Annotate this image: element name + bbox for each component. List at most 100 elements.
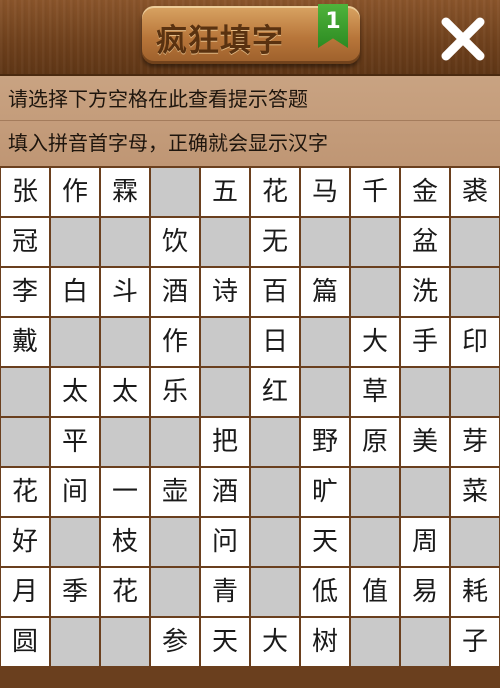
letter-cell[interactable]: 圆 [1,618,49,666]
letter-cell[interactable]: 月 [1,568,49,616]
letter-cell[interactable]: 霖 [101,168,149,216]
letter-cell[interactable]: 野 [301,418,349,466]
letter-cell[interactable]: 芽 [451,418,499,466]
blank-cell[interactable] [101,618,149,666]
letter-cell[interactable]: 日 [251,318,299,366]
letter-cell[interactable]: 美 [401,418,449,466]
letter-cell[interactable]: 斗 [101,268,149,316]
blank-cell[interactable] [101,318,149,366]
letter-cell[interactable]: 草 [351,368,399,416]
letter-cell[interactable]: 旷 [301,468,349,516]
letter-cell[interactable]: 篇 [301,268,349,316]
letter-cell[interactable]: 一 [101,468,149,516]
letter-cell[interactable]: 太 [101,368,149,416]
blank-cell[interactable] [301,368,349,416]
blank-cell[interactable] [251,468,299,516]
blank-cell[interactable] [351,468,399,516]
letter-cell[interactable]: 千 [351,168,399,216]
letter-cell[interactable]: 马 [301,168,349,216]
blank-cell[interactable] [251,418,299,466]
letter-cell[interactable]: 好 [1,518,49,566]
blank-cell[interactable] [201,318,249,366]
letter-cell[interactable]: 壶 [151,468,199,516]
letter-cell[interactable]: 间 [51,468,99,516]
letter-cell[interactable]: 百 [251,268,299,316]
blank-cell[interactable] [401,468,449,516]
letter-cell[interactable]: 参 [151,618,199,666]
letter-cell[interactable]: 大 [251,618,299,666]
blank-cell[interactable] [51,218,99,266]
letter-cell[interactable]: 花 [1,468,49,516]
letter-cell[interactable]: 印 [451,318,499,366]
letter-cell[interactable]: 菜 [451,468,499,516]
letter-cell[interactable]: 李 [1,268,49,316]
letter-cell[interactable]: 手 [401,318,449,366]
letter-cell[interactable]: 平 [51,418,99,466]
blank-cell[interactable] [51,518,99,566]
blank-cell[interactable] [401,368,449,416]
letter-cell[interactable]: 值 [351,568,399,616]
letter-cell[interactable]: 季 [51,568,99,616]
blank-cell[interactable] [351,618,399,666]
blank-cell[interactable] [151,568,199,616]
letter-cell[interactable]: 易 [401,568,449,616]
letter-cell[interactable]: 金 [401,168,449,216]
letter-cell[interactable]: 大 [351,318,399,366]
blank-cell[interactable] [201,368,249,416]
blank-cell[interactable] [301,218,349,266]
blank-cell[interactable] [101,418,149,466]
letter-cell[interactable]: 无 [251,218,299,266]
letter-cell[interactable]: 低 [301,568,349,616]
letter-cell[interactable]: 太 [51,368,99,416]
letter-cell[interactable]: 裘 [451,168,499,216]
blank-cell[interactable] [451,268,499,316]
letter-cell[interactable]: 天 [301,518,349,566]
letter-cell[interactable]: 枝 [101,518,149,566]
blank-cell[interactable] [301,318,349,366]
letter-cell[interactable]: 酒 [151,268,199,316]
letter-cell[interactable]: 耗 [451,568,499,616]
blank-cell[interactable] [451,218,499,266]
letter-cell[interactable]: 乐 [151,368,199,416]
blank-cell[interactable] [1,368,49,416]
blank-cell[interactable] [1,418,49,466]
blank-cell[interactable] [151,168,199,216]
letter-cell[interactable]: 作 [151,318,199,366]
blank-cell[interactable] [101,218,149,266]
letter-cell[interactable]: 酒 [201,468,249,516]
letter-cell[interactable]: 红 [251,368,299,416]
blank-cell[interactable] [451,368,499,416]
blank-cell[interactable] [51,318,99,366]
letter-cell[interactable]: 洗 [401,268,449,316]
close-button[interactable] [438,14,488,64]
letter-cell[interactable]: 树 [301,618,349,666]
letter-cell[interactable]: 天 [201,618,249,666]
letter-cell[interactable]: 原 [351,418,399,466]
letter-cell[interactable]: 张 [1,168,49,216]
letter-cell[interactable]: 冠 [1,218,49,266]
letter-cell[interactable]: 把 [201,418,249,466]
blank-cell[interactable] [401,618,449,666]
letter-cell[interactable]: 五 [201,168,249,216]
letter-cell[interactable]: 子 [451,618,499,666]
blank-cell[interactable] [351,268,399,316]
blank-cell[interactable] [151,418,199,466]
letter-cell[interactable]: 白 [51,268,99,316]
letter-cell[interactable]: 戴 [1,318,49,366]
letter-cell[interactable]: 饮 [151,218,199,266]
letter-cell[interactable]: 作 [51,168,99,216]
blank-cell[interactable] [151,518,199,566]
letter-cell[interactable]: 花 [251,168,299,216]
blank-cell[interactable] [51,618,99,666]
blank-cell[interactable] [351,218,399,266]
blank-cell[interactable] [201,218,249,266]
letter-cell[interactable]: 诗 [201,268,249,316]
blank-cell[interactable] [451,518,499,566]
letter-cell[interactable]: 周 [401,518,449,566]
blank-cell[interactable] [251,568,299,616]
blank-cell[interactable] [251,518,299,566]
letter-cell[interactable]: 花 [101,568,149,616]
letter-cell[interactable]: 盆 [401,218,449,266]
letter-cell[interactable]: 青 [201,568,249,616]
letter-cell[interactable]: 问 [201,518,249,566]
